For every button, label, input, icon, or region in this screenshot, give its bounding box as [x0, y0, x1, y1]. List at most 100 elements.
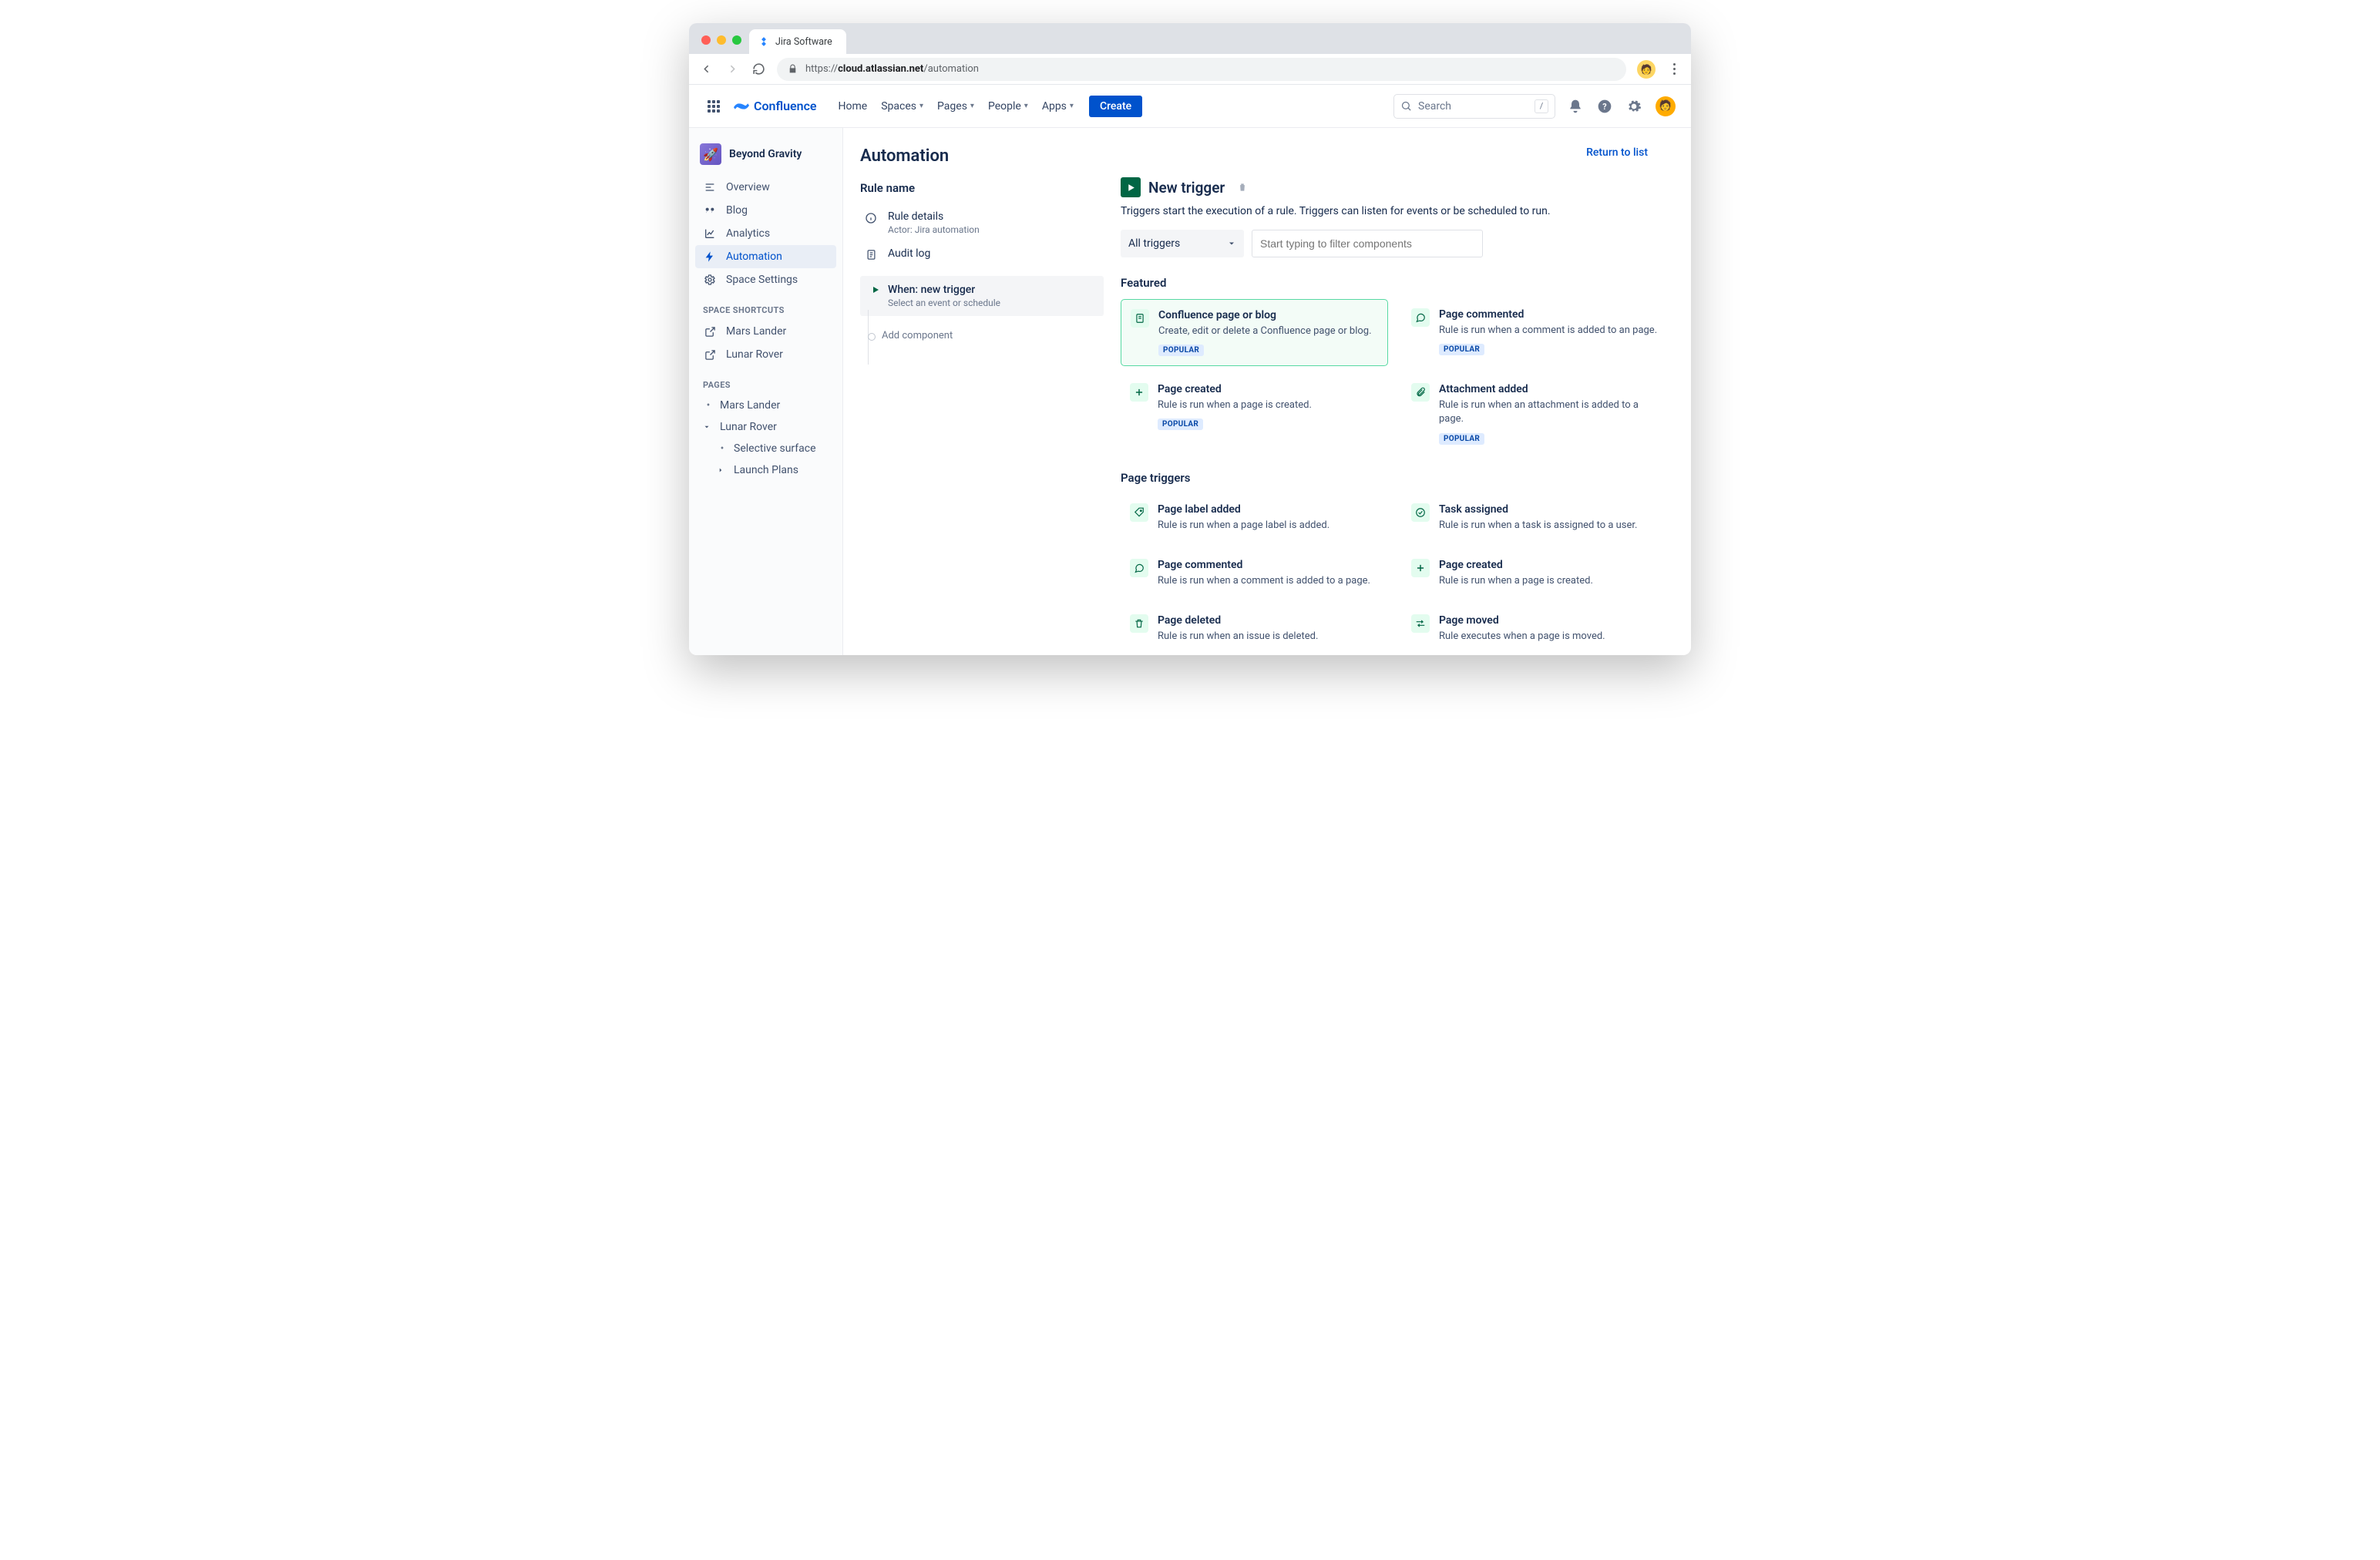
confluence-icon	[734, 99, 749, 114]
task-icon	[1411, 503, 1430, 522]
nav-label: Pages	[937, 100, 967, 113]
rule-column: Automation Rule name Rule details Actor:…	[843, 128, 1121, 655]
card-title: Page deleted	[1158, 614, 1318, 627]
page-tree-selective-surface[interactable]: •Selective surface	[695, 438, 836, 459]
popular-badge: POPULAR	[1439, 433, 1484, 445]
trigger-card-attachment-added[interactable]: Attachment addedRule is run when an atta…	[1402, 374, 1669, 453]
trigger-card-page-moved[interactable]: Page movedRule executes when a page is m…	[1402, 605, 1669, 653]
card-title: Page created	[1439, 559, 1593, 571]
rule-details-label: Rule details	[888, 210, 980, 223]
play-icon	[871, 285, 880, 294]
tree-toggle-icon[interactable]: •	[717, 442, 728, 455]
comment-icon	[1411, 308, 1430, 327]
user-avatar-icon[interactable]: 🧑	[1656, 96, 1676, 116]
chrome-toolbar: https://cloud.atlassian.net/automation 🧑	[689, 54, 1691, 85]
nav-home[interactable]: Home	[832, 96, 874, 117]
card-desc: Rule is run when an attachment is added …	[1439, 398, 1660, 426]
shortcut-label: Mars Lander	[726, 325, 786, 338]
nav-pages[interactable]: Pages▾	[931, 96, 980, 117]
settings-icon	[703, 274, 717, 286]
page-tree-mars-lander[interactable]: •Mars Lander	[695, 395, 836, 416]
search-shortcut: /	[1535, 99, 1548, 113]
app-switcher-icon[interactable]	[704, 97, 723, 116]
page-tree-launch-plans[interactable]: Launch Plans	[695, 459, 836, 481]
card-desc: Rule executes when a page is moved.	[1439, 630, 1605, 644]
window-controls[interactable]	[701, 35, 741, 45]
page-triggers-heading: Page triggers	[1121, 471, 1669, 485]
filter-components-input[interactable]	[1252, 230, 1483, 257]
card-desc: Rule is run when a comment is added to a…	[1439, 324, 1657, 338]
comment-icon	[1130, 559, 1148, 577]
card-desc: Rule is run when a task is assigned to a…	[1439, 519, 1637, 533]
sidebar: 🚀 Beyond Gravity Overview Blog Analytics Au…	[689, 128, 843, 655]
rule-details-row[interactable]: Rule details Actor: Jira automation	[860, 204, 1104, 241]
shortcut-label: Lunar Rover	[726, 348, 783, 361]
sidebar-item-automation[interactable]: Automation	[695, 245, 836, 268]
blog-icon	[703, 204, 717, 217]
trigger-card-page-commented[interactable]: Page commentedRule is run when a comment…	[1121, 550, 1388, 597]
notifications-icon[interactable]	[1566, 97, 1585, 116]
nav-apps[interactable]: Apps▾	[1036, 96, 1080, 117]
close-window-icon[interactable]	[701, 35, 711, 45]
create-button[interactable]: Create	[1089, 96, 1142, 117]
sidebar-item-analytics[interactable]: Analytics	[695, 222, 836, 245]
tree-toggle-icon[interactable]: •	[703, 399, 714, 412]
settings-icon[interactable]	[1625, 97, 1643, 116]
trigger-card-task-assigned[interactable]: Task assignedRule is run when a task is …	[1402, 494, 1669, 542]
rule-details-sub: Actor: Jira automation	[888, 224, 980, 235]
reload-icon[interactable]	[751, 62, 766, 77]
overview-icon	[703, 181, 717, 193]
trigger-card-page-commented[interactable]: Page commented Rule is run when a comment…	[1402, 299, 1669, 366]
info-icon	[863, 212, 879, 224]
audit-log-row[interactable]: Audit log	[860, 241, 1104, 267]
card-desc: Rule is run when a page label is added.	[1158, 519, 1330, 533]
page-label: Launch Plans	[734, 464, 798, 476]
trigger-type-dropdown[interactable]: All triggers	[1121, 230, 1244, 257]
space-icon: 🚀	[700, 143, 721, 165]
return-to-list-link[interactable]: Return to list	[1586, 146, 1648, 159]
forward-icon[interactable]	[724, 62, 740, 77]
shortcut-lunar-rover[interactable]: Lunar Rover	[695, 343, 836, 366]
trigger-card-page-deleted[interactable]: Page deletedRule is run when an issue is…	[1121, 605, 1388, 653]
page-label: Lunar Rover	[720, 421, 777, 433]
trigger-card-page-created[interactable]: Page created Rule is run when a page is c…	[1402, 550, 1669, 597]
maximize-window-icon[interactable]	[732, 35, 741, 45]
sidebar-item-space-settings[interactable]: Space Settings	[695, 268, 836, 291]
nav-spaces[interactable]: Spaces▾	[875, 96, 929, 117]
search-input[interactable]: Search /	[1393, 94, 1555, 119]
trigger-card-page-label-added[interactable]: Page label addedRule is run when a page …	[1121, 494, 1388, 542]
tree-toggle-icon[interactable]	[703, 423, 714, 431]
sidebar-item-overview[interactable]: Overview	[695, 176, 836, 199]
tree-toggle-icon[interactable]	[717, 466, 728, 474]
kebab-menu-icon[interactable]	[1666, 63, 1682, 75]
rule-step-trigger[interactable]: When: new trigger Select an event or sch…	[860, 276, 1104, 316]
trigger-card-page-created[interactable]: Page createdRule is run when a page is c…	[1121, 374, 1388, 453]
card-title: Page commented	[1439, 308, 1657, 321]
card-desc: Create, edit or delete a Confluence page…	[1158, 324, 1372, 338]
space-header[interactable]: 🚀 Beyond Gravity	[695, 139, 836, 176]
browser-tab[interactable]: Jira Software	[749, 29, 846, 54]
sidebar-item-label: Blog	[726, 204, 748, 217]
confluence-logo[interactable]: Confluence	[734, 99, 817, 114]
back-icon[interactable]	[698, 62, 714, 77]
dropdown-label: All triggers	[1128, 237, 1180, 250]
add-component-button[interactable]: Add component	[860, 316, 1104, 341]
card-desc: Rule is run when a page is created.	[1439, 574, 1593, 588]
tab-title: Jira Software	[775, 36, 832, 48]
attach-icon	[1411, 383, 1430, 402]
delete-trigger-icon[interactable]	[1237, 182, 1248, 193]
chevron-down-icon	[1227, 239, 1236, 248]
minimize-window-icon[interactable]	[717, 35, 726, 45]
help-icon[interactable]: ?	[1595, 97, 1614, 116]
page-title: Automation	[860, 146, 1104, 166]
shortcut-mars-lander[interactable]: Mars Lander	[695, 320, 836, 343]
sidebar-item-blog[interactable]: Blog	[695, 199, 836, 222]
search-placeholder: Search	[1418, 100, 1451, 113]
nav-people[interactable]: People▾	[982, 96, 1034, 117]
page-tree-lunar-rover[interactable]: Lunar Rover	[695, 416, 836, 438]
sidebar-item-label: Analytics	[726, 227, 770, 240]
address-bar[interactable]: https://cloud.atlassian.net/automation	[777, 58, 1626, 81]
trigger-card-confluence-page-or-blog[interactable]: Confluence page or blogCreate, edit or d…	[1121, 299, 1388, 366]
profile-avatar-icon[interactable]: 🧑	[1637, 60, 1656, 79]
move-icon	[1411, 614, 1430, 633]
